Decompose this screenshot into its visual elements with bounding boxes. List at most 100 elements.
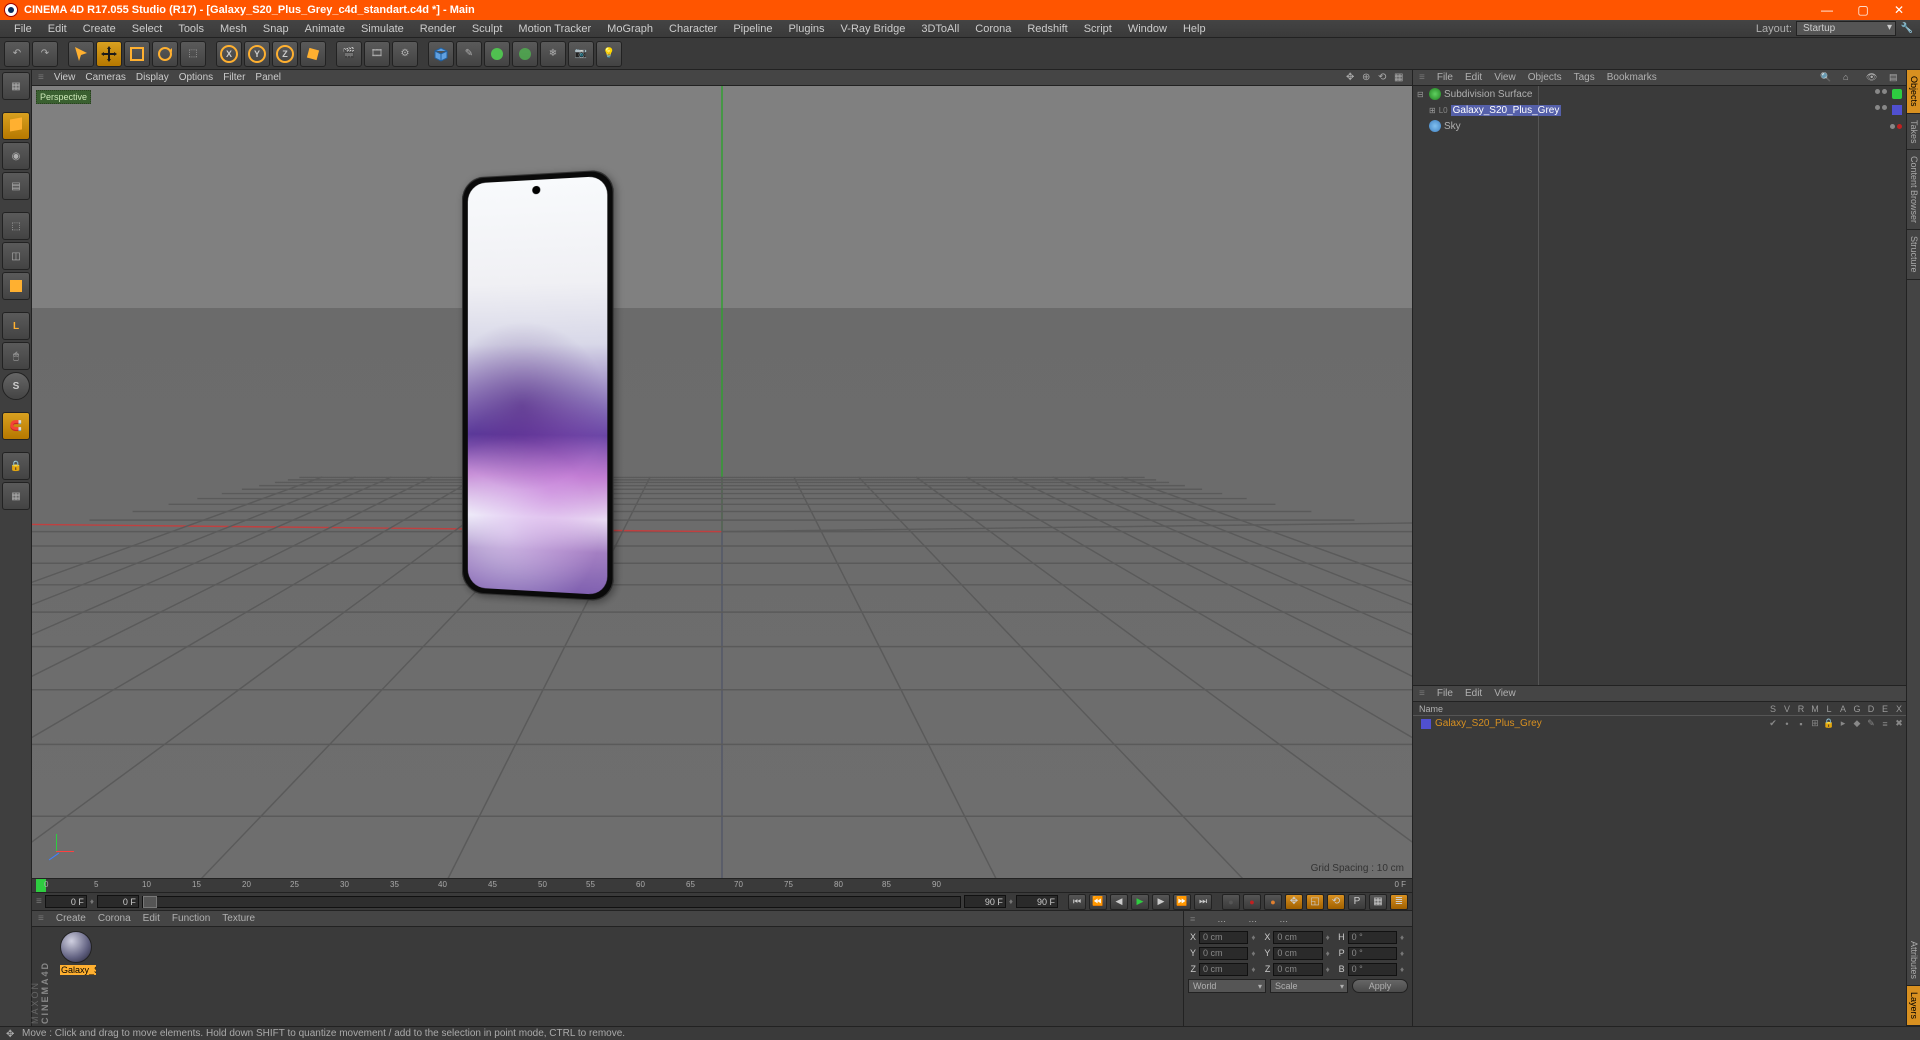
scale-tool[interactable] (124, 41, 150, 67)
timeline-end-field[interactable] (1016, 895, 1058, 908)
viewport-3d[interactable]: Perspective (32, 86, 1412, 878)
rotate-tool[interactable] (152, 41, 178, 67)
vp-layouts-icon[interactable]: ▦ (1394, 72, 1406, 84)
om-edit[interactable]: Edit (1465, 72, 1482, 83)
mat-menu-edit[interactable]: Edit (143, 913, 160, 924)
camera-button[interactable]: 📷 (568, 41, 594, 67)
layout-dropdown[interactable]: Startup (1796, 21, 1896, 36)
menu-render[interactable]: Render (412, 21, 464, 37)
edge-mode-button[interactable]: ◫ (2, 242, 30, 270)
om-home-icon[interactable]: ⌂ (1843, 72, 1854, 83)
coord-mode-dropdown[interactable]: Scale (1270, 979, 1348, 993)
om-search-icon[interactable]: 🔍 (1820, 72, 1831, 83)
mat-menu-texture[interactable]: Texture (222, 913, 255, 924)
material-thumbnail[interactable]: Galaxy_S (60, 931, 96, 978)
deformer-button[interactable] (512, 41, 538, 67)
vp-rotate-icon[interactable]: ⟲ (1378, 72, 1390, 84)
key-scale-button[interactable]: ◱ (1306, 894, 1324, 910)
menu-3dtoall[interactable]: 3DToAll (913, 21, 967, 37)
tab-layers[interactable]: Layers (1907, 986, 1920, 1026)
prev-frame-button[interactable]: ◀ (1110, 894, 1128, 910)
layout-settings-icon[interactable]: 🔧 (1900, 22, 1914, 36)
generator-button[interactable] (484, 41, 510, 67)
menu-select[interactable]: Select (124, 21, 171, 37)
om-file[interactable]: File (1437, 72, 1453, 83)
vp-pan-icon[interactable]: ✥ (1346, 72, 1358, 84)
point-mode-button[interactable]: ⬚ (2, 212, 30, 240)
vp-menu-options[interactable]: Options (179, 72, 213, 83)
object-row-sky[interactable]: Sky (1413, 118, 1538, 134)
menu-help[interactable]: Help (1175, 21, 1214, 37)
timeline-range-slider[interactable] (142, 896, 961, 908)
menu-animate[interactable]: Animate (297, 21, 353, 37)
y-axis-toggle[interactable]: Y (244, 41, 270, 67)
axis-l-button[interactable]: L (2, 312, 30, 340)
next-key-button[interactable]: ⏩ (1173, 894, 1191, 910)
menu-mesh[interactable]: Mesh (212, 21, 255, 37)
size-z-field[interactable]: 0 cm (1273, 963, 1322, 976)
mat-menu-corona[interactable]: Corona (98, 913, 131, 924)
object-row-subdiv[interactable]: ⊟ Subdivision Surface (1413, 86, 1538, 102)
axis-mouse-button[interactable]: 🖱 (2, 342, 30, 370)
menu-pipeline[interactable]: Pipeline (725, 21, 780, 37)
primitive-cube-button[interactable] (428, 41, 454, 67)
menu-character[interactable]: Character (661, 21, 725, 37)
key-pos-button[interactable]: ✥ (1285, 894, 1303, 910)
menu-sculpt[interactable]: Sculpt (464, 21, 511, 37)
x-axis-toggle[interactable]: X (216, 41, 242, 67)
redo-button[interactable]: ↷ (32, 41, 58, 67)
tab-attributes[interactable]: Attributes (1907, 935, 1920, 986)
record-button[interactable]: ● (1222, 894, 1240, 910)
texture-mode-button[interactable]: ◉ (2, 142, 30, 170)
undo-button[interactable]: ↶ (4, 41, 30, 67)
environment-button[interactable]: ❄ (540, 41, 566, 67)
vp-menu-cameras[interactable]: Cameras (85, 72, 126, 83)
z-axis-toggle[interactable]: Z (272, 41, 298, 67)
axis-s-button[interactable]: S (2, 372, 30, 400)
timeline-prev-end-field[interactable] (964, 895, 1006, 908)
vp-menu-view[interactable]: View (54, 72, 76, 83)
ly-edit[interactable]: Edit (1465, 688, 1482, 699)
vp-menu-panel[interactable]: Panel (255, 72, 281, 83)
menu-file[interactable]: File (6, 21, 40, 37)
tab-takes[interactable]: Takes (1907, 114, 1920, 151)
pos-x-field[interactable]: 0 cm (1199, 931, 1248, 944)
goto-start-button[interactable]: ⏮ (1068, 894, 1086, 910)
om-view[interactable]: View (1494, 72, 1516, 83)
minimize-button[interactable]: — (1818, 2, 1836, 18)
render-view-button[interactable]: 🎬 (336, 41, 362, 67)
keyframe-sel-button[interactable]: ● (1264, 894, 1282, 910)
menu-snap[interactable]: Snap (255, 21, 297, 37)
goto-end-button[interactable]: ⏭ (1194, 894, 1212, 910)
vp-menu-filter[interactable]: Filter (223, 72, 245, 83)
om-filter-icon[interactable]: ▤ (1889, 72, 1900, 83)
object-tree[interactable]: ⊟ Subdivision Surface ⊞ L0 Galaxy_S20_Pl… (1413, 86, 1906, 686)
menu-corona[interactable]: Corona (967, 21, 1019, 37)
size-x-field[interactable]: 0 cm (1273, 931, 1322, 944)
om-bookmarks[interactable]: Bookmarks (1607, 72, 1657, 83)
render-region-button[interactable]: 🎞 (364, 41, 390, 67)
vp-menu-display[interactable]: Display (136, 72, 169, 83)
snap-enable-button[interactable]: 🧲 (2, 412, 30, 440)
prev-key-button[interactable]: ⏪ (1089, 894, 1107, 910)
timeline-open-button[interactable]: ≣ (1390, 894, 1408, 910)
render-settings-button[interactable]: ⚙ (392, 41, 418, 67)
layer-row[interactable]: Galaxy_S20_Plus_Grey ✔•▪⊞🔒 ▸◆✎≡✖ (1413, 716, 1906, 731)
tab-content-browser[interactable]: Content Browser (1907, 150, 1920, 230)
key-rot-button[interactable]: ⟲ (1327, 894, 1345, 910)
coord-system-button[interactable] (300, 41, 326, 67)
pos-y-field[interactable]: 0 cm (1199, 947, 1248, 960)
mat-menu-create[interactable]: Create (56, 913, 86, 924)
pos-z-field[interactable]: 0 cm (1199, 963, 1248, 976)
maximize-button[interactable]: ▢ (1854, 2, 1872, 18)
timeline-start-field[interactable] (45, 895, 87, 908)
model-mode-button[interactable] (2, 112, 30, 140)
menu-tools[interactable]: Tools (170, 21, 212, 37)
tab-objects[interactable]: Objects (1907, 70, 1920, 114)
tab-structure[interactable]: Structure (1907, 230, 1920, 280)
timeline-ruler[interactable]: 0 5 10 15 20 25 30 35 40 45 50 55 60 65 … (32, 878, 1412, 892)
menu-mograph[interactable]: MoGraph (599, 21, 661, 37)
ly-view[interactable]: View (1494, 688, 1516, 699)
menu-window[interactable]: Window (1120, 21, 1175, 37)
polygon-mode-button[interactable] (2, 272, 30, 300)
